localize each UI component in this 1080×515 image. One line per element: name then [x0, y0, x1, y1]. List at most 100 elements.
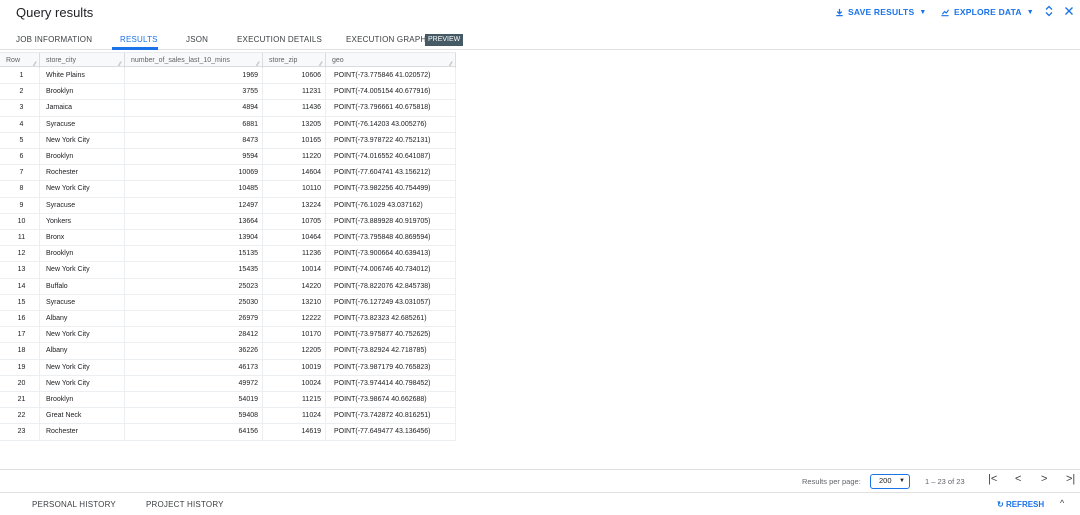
table-row[interactable]: 11 Bronx 13904 10464 POINT(-73.795848 40.869…	[0, 230, 456, 247]
row-number-cell: 14	[0, 278, 40, 295]
row-number-cell: 20	[0, 375, 40, 392]
sales-cell: 54019	[125, 392, 263, 408]
store-city-cell: Yonkers	[40, 213, 125, 230]
table-row[interactable]: 18 Albany 36226 12205 POINT(-73.82924 42.718…	[0, 343, 456, 360]
tab-project-history[interactable]: PROJECT HISTORY	[146, 500, 224, 509]
geo-cell: POINT(-73.82924 42.718785)	[326, 343, 456, 360]
tab-json[interactable]: JSON	[186, 35, 208, 44]
column-header-store-city[interactable]: store_city ⁄⁄	[40, 53, 125, 68]
sales-cell: 9594	[125, 149, 263, 165]
table-row[interactable]: 22 Great Neck 59408 11024 POINT(-73.742872 4…	[0, 408, 456, 425]
explore-data-button[interactable]: EXPLORE DATA ▼	[940, 7, 1034, 17]
expand-collapse-icon[interactable]	[1044, 5, 1054, 20]
table-row[interactable]: 23 Rochester 64156 14619 POINT(-77.649477 43…	[0, 424, 456, 441]
sales-cell: 26979	[125, 311, 263, 327]
tab-results[interactable]: RESULTS	[120, 35, 158, 44]
explore-data-label: EXPLORE DATA	[954, 7, 1022, 17]
results-per-page-select[interactable]: 200 ▼	[870, 474, 910, 489]
sales-cell: 59408	[125, 408, 263, 425]
store-city-cell: Brooklyn	[40, 149, 125, 165]
geo-cell: POINT(-74.005154 40.677916)	[326, 84, 456, 101]
store-zip-cell: 10170	[263, 327, 326, 344]
store-city-cell: Albany	[40, 343, 125, 360]
sales-cell: 46173	[125, 359, 263, 376]
row-number-cell: 18	[0, 343, 40, 360]
next-page-icon[interactable]: >	[1041, 473, 1047, 485]
table-row[interactable]: 8 New York City 10485 10110 POINT(-73.982256…	[0, 181, 456, 198]
chevron-up-icon[interactable]: ^	[1060, 498, 1064, 508]
store-city-cell: Brooklyn	[40, 392, 125, 408]
store-zip-cell: 13224	[263, 197, 326, 214]
store-zip-cell: 11231	[263, 84, 326, 101]
row-number-cell: 15	[0, 294, 40, 311]
table-row[interactable]: 6 Brooklyn 9594 11220 POINT(-74.016552 40.64…	[0, 149, 456, 166]
save-results-button[interactable]: SAVE RESULTS ▼	[835, 7, 926, 17]
store-city-cell: Buffalo	[40, 278, 125, 295]
chart-icon	[941, 8, 950, 16]
refresh-button[interactable]: ↻ REFRESH	[997, 500, 1044, 509]
table-row[interactable]: 20 New York City 49972 10024 POINT(-73.97441…	[0, 375, 456, 392]
geo-cell: POINT(-73.742872 40.816251)	[326, 408, 456, 425]
store-city-cell: New York City	[40, 375, 125, 392]
table-header: Row ⁄⁄ store_city ⁄⁄ number_of_sales_last_…	[0, 52, 456, 68]
table-row[interactable]: 17 New York City 28412 10170 POINT(-73.97587…	[0, 327, 456, 344]
geo-cell: POINT(-77.604741 43.156212)	[326, 165, 456, 182]
tab-job-information[interactable]: JOB INFORMATION	[16, 35, 92, 44]
store-city-cell: Syracuse	[40, 294, 125, 311]
column-header-sales[interactable]: number_of_sales_last_10_mins ⁄⁄	[125, 53, 263, 68]
row-number-cell: 8	[0, 181, 40, 198]
tab-personal-history[interactable]: PERSONAL HISTORY	[32, 500, 116, 509]
table-row[interactable]: 14 Buffalo 25023 14220 POINT(-78.822076 42.8…	[0, 278, 456, 295]
geo-cell: POINT(-76.1029 43.037162)	[326, 197, 456, 214]
store-zip-cell: 11215	[263, 392, 326, 408]
active-tab-indicator	[112, 47, 158, 50]
sales-cell: 49972	[125, 375, 263, 392]
chevron-down-icon: ▼	[919, 8, 927, 16]
sales-cell: 1969	[125, 68, 263, 84]
column-header-store-zip[interactable]: store_zip ⁄⁄	[263, 53, 326, 68]
chevron-down-icon: ▼	[899, 478, 905, 484]
close-icon[interactable]	[1064, 5, 1074, 20]
preview-badge: PREVIEW	[425, 34, 464, 46]
table-row[interactable]: 1 White Plains 1969 10606 POINT(-73.775846 4…	[0, 68, 456, 85]
table-row[interactable]: 9 Syracuse 12497 13224 POINT(-76.1029 43.037…	[0, 197, 456, 214]
row-number-cell: 9	[0, 197, 40, 214]
store-zip-cell: 13205	[263, 116, 326, 133]
geo-cell: POINT(-76.14203 43.005276)	[326, 116, 456, 133]
tab-execution-details[interactable]: EXECUTION DETAILS	[237, 35, 322, 44]
divider	[0, 469, 1080, 470]
table-row[interactable]: 7 Rochester 10069 14604 POINT(-77.604741 43.…	[0, 165, 456, 182]
row-number-cell: 19	[0, 359, 40, 376]
tab-execution-graph[interactable]: EXECUTION GRAPH	[346, 35, 426, 44]
row-number-cell: 11	[0, 230, 40, 246]
table-row[interactable]: 3 Jamaica 4894 11436 POINT(-73.796661 40.675…	[0, 100, 456, 117]
table-row[interactable]: 21 Brooklyn 54019 11215 POINT(-73.98674 40.6…	[0, 392, 456, 409]
row-number-cell: 12	[0, 246, 40, 263]
table-row[interactable]: 19 New York City 46173 10019 POINT(-73.98717…	[0, 359, 456, 376]
table-row[interactable]: 15 Syracuse 25030 13210 POINT(-76.127249 43.…	[0, 294, 456, 311]
table-row[interactable]: 10 Yonkers 13664 10705 POINT(-73.889928 40.9…	[0, 213, 456, 230]
row-number-cell: 7	[0, 165, 40, 182]
table-row[interactable]: 2 Brooklyn 3755 11231 POINT(-74.005154 40.67…	[0, 84, 456, 101]
store-city-cell: Jamaica	[40, 100, 125, 117]
table-row[interactable]: 16 Albany 26979 12222 POINT(-73.82323 42.685…	[0, 311, 456, 328]
previous-page-icon[interactable]: <	[1015, 473, 1021, 485]
store-city-cell: Albany	[40, 311, 125, 327]
store-zip-cell: 10014	[263, 262, 326, 279]
table-row[interactable]: 12 Brooklyn 15135 11236 POINT(-73.900664 40.…	[0, 246, 456, 263]
column-header-geo[interactable]: geo ⁄⁄	[326, 53, 456, 68]
store-city-cell: Syracuse	[40, 116, 125, 133]
first-page-icon[interactable]: |<	[988, 473, 997, 485]
store-zip-cell: 14604	[263, 165, 326, 182]
store-zip-cell: 10464	[263, 230, 326, 246]
table-row[interactable]: 5 New York City 8473 10165 POINT(-73.978722 …	[0, 132, 456, 149]
store-zip-cell: 10024	[263, 375, 326, 392]
table-row[interactable]: 13 New York City 15435 10014 POINT(-74.00674…	[0, 262, 456, 279]
geo-cell: POINT(-73.796661 40.675818)	[326, 100, 456, 117]
geo-cell: POINT(-73.795848 40.869594)	[326, 230, 456, 246]
column-header-row[interactable]: Row ⁄⁄	[0, 53, 40, 68]
last-page-icon[interactable]: >|	[1066, 473, 1075, 485]
geo-cell: POINT(-73.982256 40.754499)	[326, 181, 456, 198]
store-zip-cell: 11024	[263, 408, 326, 425]
table-row[interactable]: 4 Syracuse 6881 13205 POINT(-76.14203 43.005…	[0, 116, 456, 133]
